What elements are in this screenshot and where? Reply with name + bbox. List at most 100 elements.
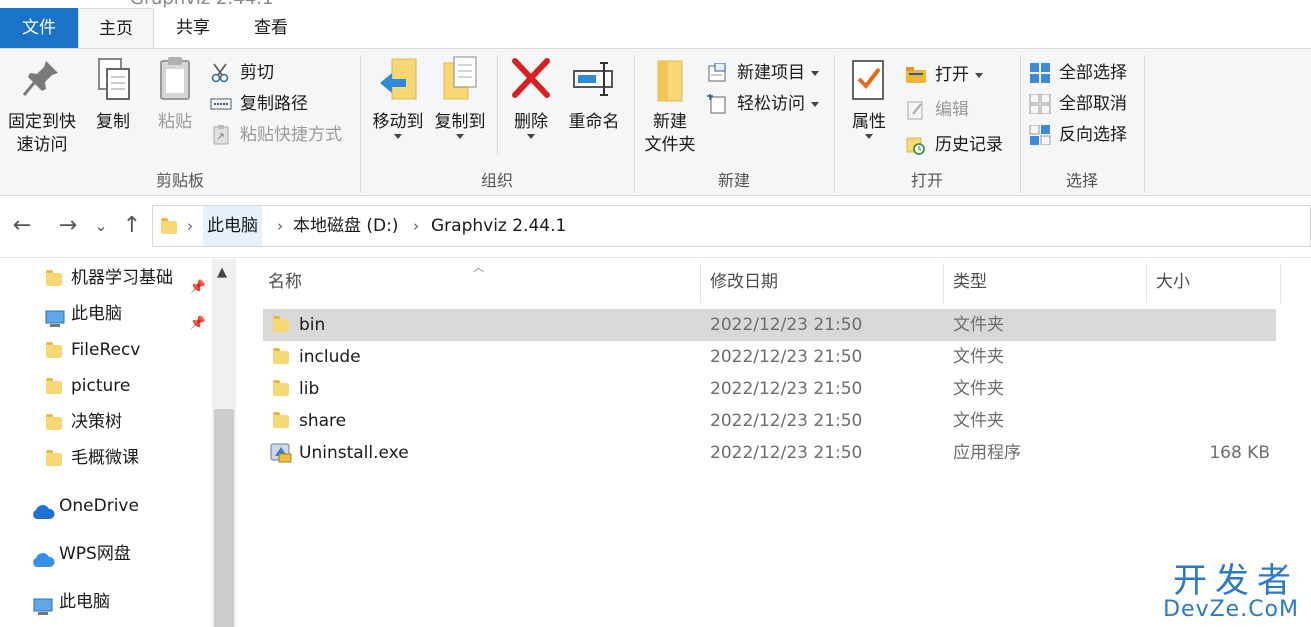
nav-item-this-pc[interactable]: 此电脑 (0, 585, 212, 619)
folder-icon (46, 414, 62, 430)
edit-button[interactable]: 编辑 (905, 96, 969, 124)
select-none-button[interactable]: 全部取消 (1029, 90, 1127, 118)
folder-icon (273, 348, 289, 364)
column-divider[interactable] (1146, 263, 1147, 303)
invert-selection-button[interactable]: 反向选择 (1029, 121, 1127, 149)
column-header-type[interactable]: 类型 (953, 265, 987, 299)
breadcrumb-current-folder[interactable]: Graphviz 2.44.1 (431, 206, 566, 246)
group-label-open: 打开 (910, 171, 943, 190)
pin-label-line1: 固定到快 (8, 112, 76, 132)
table-row[interactable]: bin 2022/12/23 21:50 文件夹 (263, 309, 1276, 341)
paste-button[interactable]: 粘贴 (148, 55, 202, 134)
new-item-label: 新建项目 (737, 63, 805, 83)
tab-view[interactable]: 查看 (236, 8, 306, 48)
scrollbar-thumb[interactable] (214, 409, 234, 627)
column-header-size[interactable]: 大小 (1156, 265, 1190, 299)
open-folder-icon (905, 65, 927, 85)
open-button[interactable]: 打开 (905, 61, 983, 89)
select-none-icon (1029, 93, 1051, 115)
folder-icon (46, 270, 62, 286)
easy-access-dropdown-icon (811, 101, 819, 107)
copy-button[interactable]: 复制 (86, 55, 140, 134)
ribbon: 固定到快 速访问 复制 粘贴 剪切 复制路径 粘贴快捷方式 剪贴板 移动到 复制… (0, 48, 1311, 196)
paste-shortcut-button[interactable]: 粘贴快捷方式 (210, 121, 342, 149)
paste-label: 粘贴 (158, 112, 192, 132)
table-row[interactable]: Uninstall.exe 2022/12/23 21:50 应用程序 168 … (263, 437, 1276, 469)
scroll-up-arrow-icon[interactable]: ▲ (217, 265, 227, 280)
column-divider[interactable] (943, 263, 944, 303)
easy-access-button[interactable]: 轻松访问 (707, 90, 819, 118)
copy-to-button[interactable]: 复制到 (429, 55, 491, 139)
column-header-name[interactable]: 名称 (268, 265, 302, 299)
rename-button[interactable]: 重命名 (561, 55, 627, 134)
copy-to-label: 复制到 (434, 112, 486, 132)
new-folder-icon (648, 55, 692, 105)
move-to-button[interactable]: 移动到 (367, 55, 429, 139)
nav-item-label: 决策树 (71, 412, 122, 432)
nav-pane-scrollbar[interactable]: ▲ (212, 259, 236, 627)
recent-locations-button[interactable]: ⌄ (90, 212, 112, 240)
properties-dropdown-icon (865, 134, 873, 139)
address-folder-icon (161, 218, 177, 234)
cut-button[interactable]: 剪切 (210, 59, 274, 87)
file-date: 2022/12/23 21:50 (710, 347, 863, 367)
back-button[interactable]: ← (8, 212, 36, 240)
group-organize: 移动到 复制到 删除 重命名 组织 (361, 49, 633, 195)
nav-item-label: picture (71, 376, 131, 396)
title-bar: Graphviz 2.44.1 (0, 0, 1311, 8)
nav-item-quick-5[interactable]: 决策树 (0, 405, 212, 439)
pin-label-line2: 速访问 (16, 135, 68, 155)
properties-button[interactable]: 属性 (841, 55, 897, 139)
breadcrumb-this-pc[interactable]: 此电脑 (203, 206, 262, 246)
select-all-button[interactable]: 全部选择 (1029, 59, 1127, 87)
nav-item-onedrive[interactable]: OneDrive (0, 489, 212, 523)
delete-x-icon (509, 55, 553, 105)
copy-to-dropdown-icon (456, 134, 464, 139)
ribbon-separator (1144, 55, 1145, 193)
table-row[interactable]: include 2022/12/23 21:50 文件夹 (263, 341, 1276, 373)
delete-button[interactable]: 删除 (505, 55, 557, 139)
breadcrumb-local-disk[interactable]: 本地磁盘 (D:) (293, 206, 399, 246)
file-type: 应用程序 (953, 443, 1021, 463)
forward-button[interactable]: → (54, 212, 82, 240)
file-date: 2022/12/23 21:50 (710, 315, 863, 335)
nav-item-quick-3[interactable]: FileRecv (0, 333, 212, 367)
up-button[interactable]: ↑ (118, 212, 146, 240)
file-date: 2022/12/23 21:50 (710, 379, 863, 399)
nav-item-label: FileRecv (71, 340, 141, 360)
pin-quick-access-button[interactable]: 固定到快 速访问 (4, 55, 80, 157)
tab-home[interactable]: 主页 (78, 8, 154, 49)
table-row[interactable]: lib 2022/12/23 21:50 文件夹 (263, 373, 1276, 405)
new-folder-button[interactable]: 新建 文件夹 (639, 55, 701, 157)
address-bar[interactable]: › 此电脑 › 本地磁盘 (D:) › Graphviz 2.44.1 (152, 205, 1311, 247)
group-new: 新建 文件夹 新建项目 轻松访问 新建 (635, 49, 833, 195)
copy-path-button[interactable]: 复制路径 (210, 90, 308, 118)
tab-share[interactable]: 共享 (158, 8, 228, 48)
paste-shortcut-icon (210, 125, 232, 145)
nav-item-label: WPS网盘 (59, 544, 131, 564)
group-label-organize: 组织 (480, 171, 513, 190)
column-header-date[interactable]: 修改日期 (710, 265, 778, 299)
column-divider[interactable] (1280, 263, 1281, 303)
tab-file[interactable]: 文件 (0, 8, 78, 48)
open-dropdown-icon (975, 72, 983, 78)
nav-item-quick-2[interactable]: 此电脑 📌 (0, 297, 212, 331)
file-list: ︿ 名称 修改日期 类型 大小 bin 2022/12/23 21:50 文件夹… (236, 259, 1311, 627)
easy-access-icon (707, 94, 729, 114)
table-row[interactable]: share 2022/12/23 21:50 文件夹 (263, 405, 1276, 437)
history-button[interactable]: 历史记录 (905, 131, 1003, 159)
nav-item-quick-6[interactable]: 毛概微课 (0, 441, 212, 475)
copy-icon (91, 55, 135, 105)
cloud-icon (30, 498, 56, 523)
file-type: 文件夹 (953, 411, 1004, 431)
group-select: 全部选择 全部取消 反向选择 选择 (1021, 49, 1143, 195)
nav-item-quick-1[interactable]: 机器学习基础 📌 (0, 261, 212, 295)
copy-path-icon (210, 94, 232, 114)
nav-item-wps[interactable]: WPS网盘 (0, 537, 212, 571)
column-divider[interactable] (700, 263, 701, 303)
nav-item-quick-4[interactable]: picture (0, 369, 212, 403)
new-item-button[interactable]: 新建项目 (707, 59, 819, 87)
select-all-label: 全部选择 (1059, 63, 1127, 83)
file-type: 文件夹 (953, 379, 1004, 399)
watermark-cn: 开发者 (1173, 561, 1299, 601)
